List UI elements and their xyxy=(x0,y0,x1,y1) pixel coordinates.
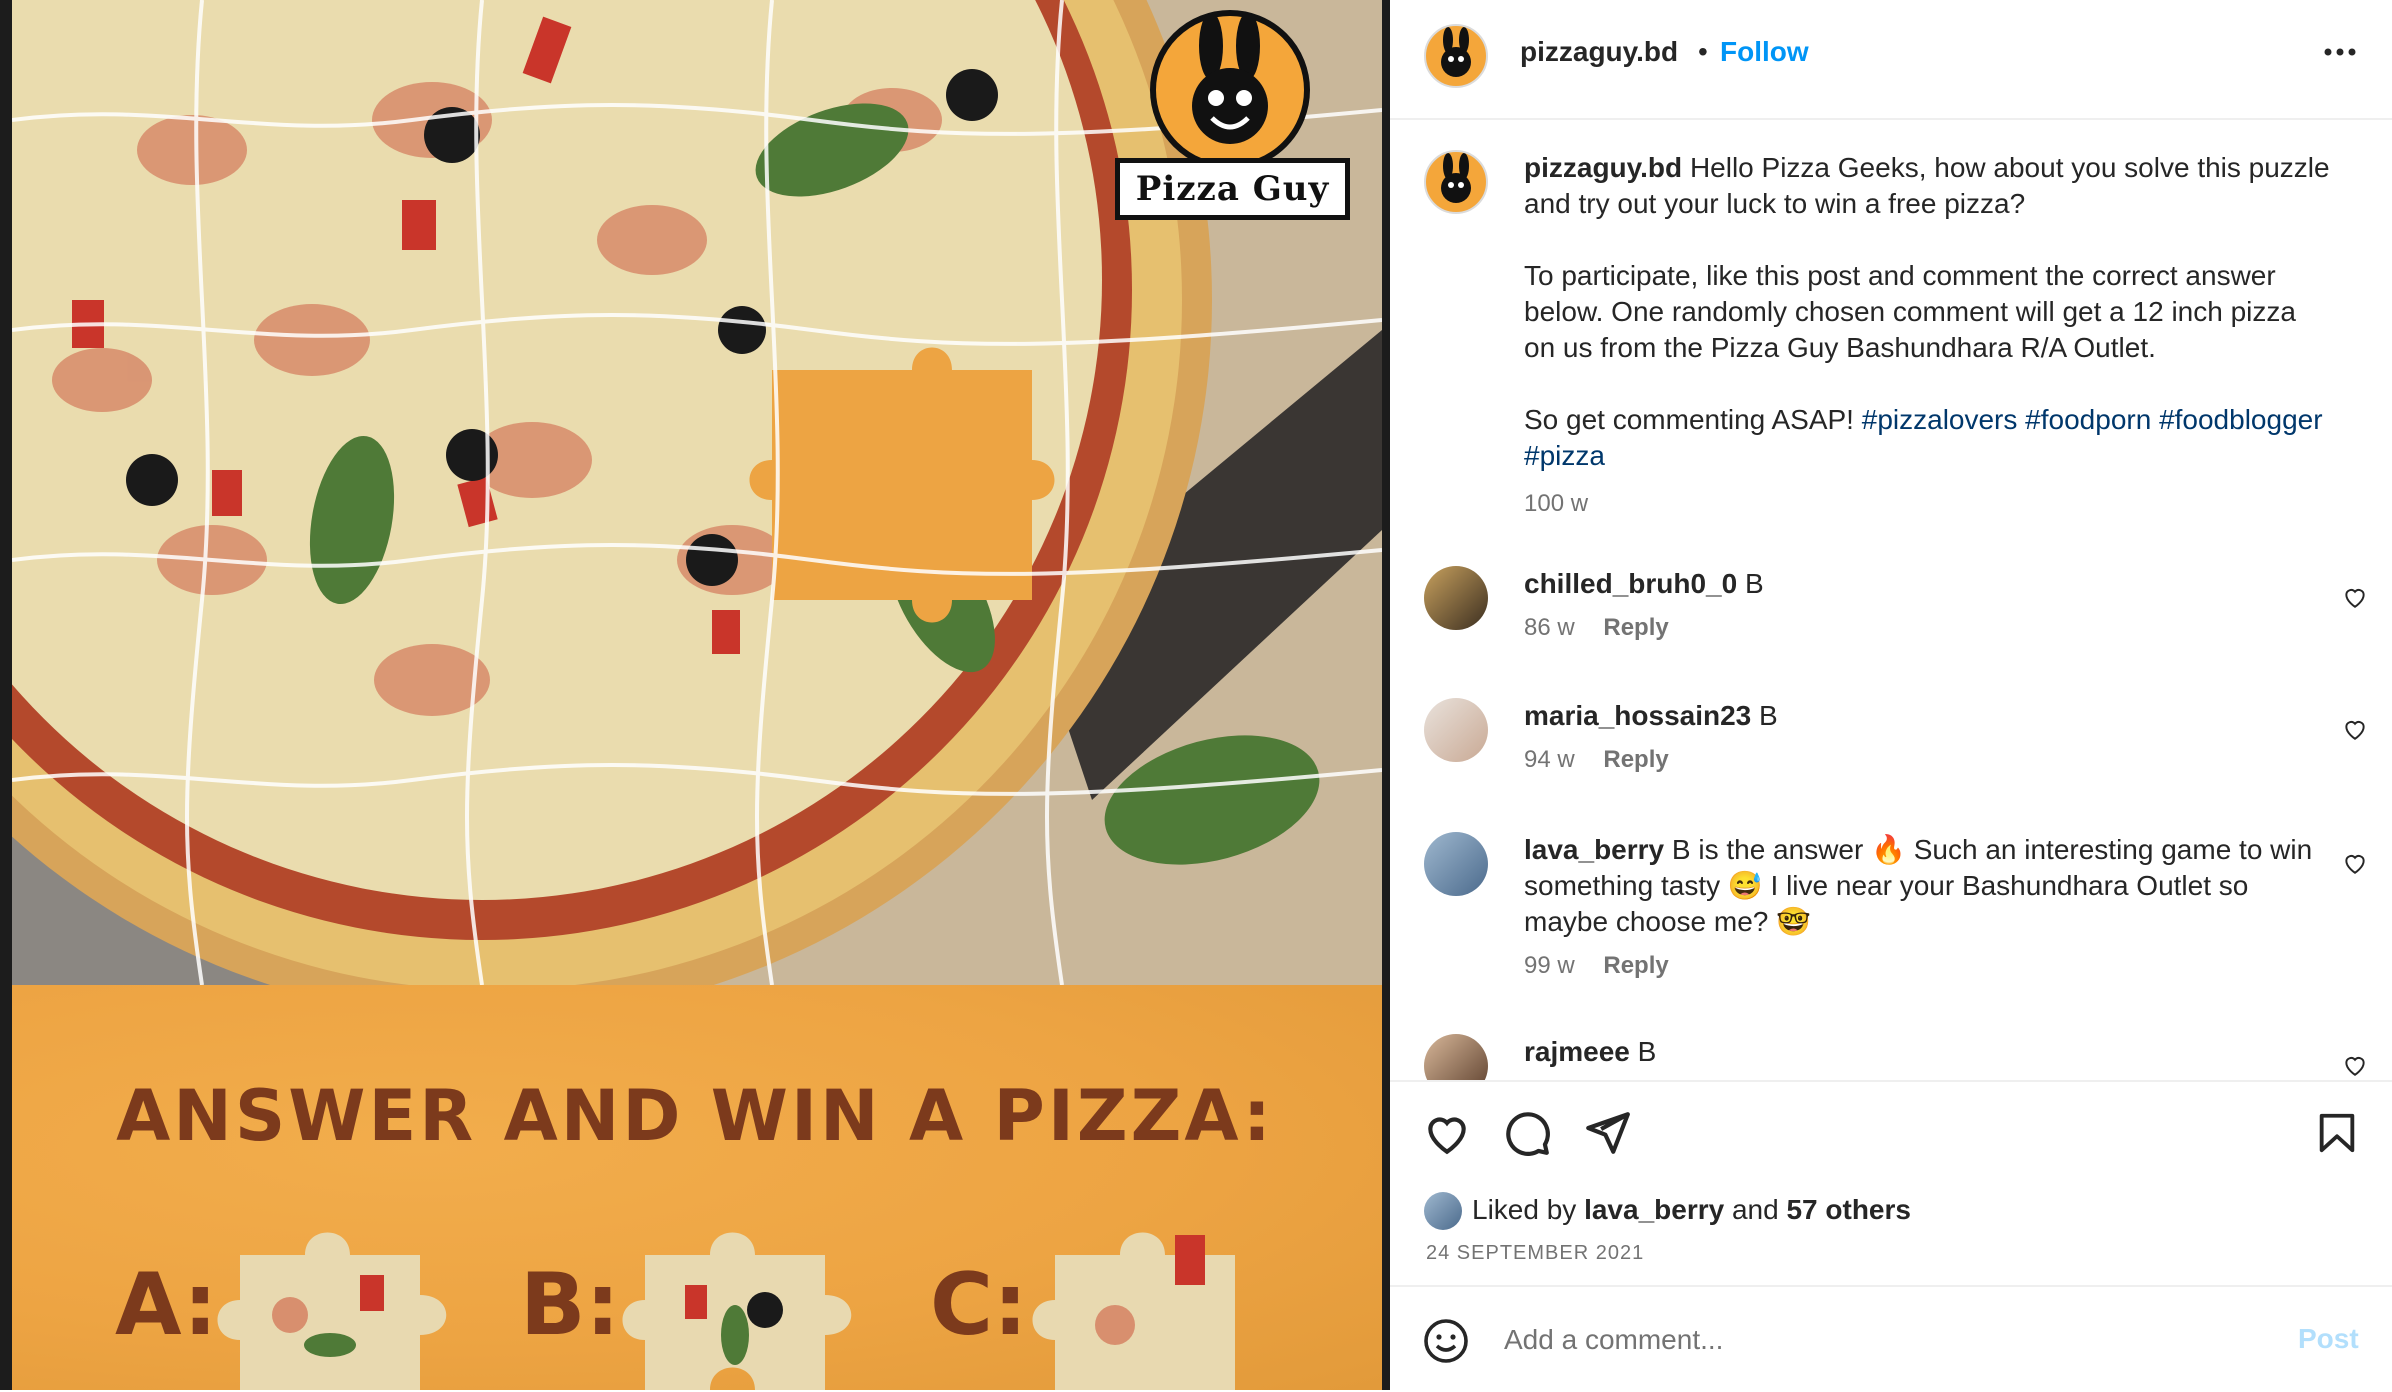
reply-button[interactable]: Reply xyxy=(1603,952,1668,979)
likes-summary: Liked by lava_berry and 57 others xyxy=(1472,1194,1911,1226)
post-media[interactable]: Pizza Guy ANSWER AND WIN A PIZZA: A: B: … xyxy=(0,0,1390,1390)
like-comment-heart-icon[interactable] xyxy=(2342,584,2368,610)
emoji-smiley-icon[interactable] xyxy=(1422,1317,1470,1365)
separator-dot: • xyxy=(1698,36,1708,67)
option-a-label: A: xyxy=(115,1255,218,1355)
author-username[interactable]: pizzaguy.bd xyxy=(1520,36,1678,68)
comment-input[interactable] xyxy=(1502,1323,2206,1357)
option-b-label: B: xyxy=(520,1255,620,1355)
bookmark-save-icon[interactable] xyxy=(2314,1108,2360,1158)
comment-age[interactable]: 94 w xyxy=(1524,746,1575,773)
post-details-panel: pizzaguy.bd • Follow pizzaguy.bd Hello P… xyxy=(1390,0,2392,1390)
option-c-puzzle-piece xyxy=(1032,1232,1235,1390)
add-comment-bar: Post xyxy=(1390,1285,2392,1392)
comment-username[interactable]: lava_berry xyxy=(1524,834,1664,865)
post-comment-button[interactable]: Post xyxy=(2298,1323,2359,1355)
caption-age[interactable]: 100 w xyxy=(1524,486,2334,522)
reply-button[interactable]: Reply xyxy=(1603,746,1668,773)
caption-author-avatar[interactable] xyxy=(1424,150,1488,214)
caption-line-3: So get commenting ASAP! xyxy=(1524,404,1854,435)
comment-username[interactable]: chilled_bruh0_0 xyxy=(1524,568,1737,599)
quiz-banner-title: ANSWER AND WIN A PIZZA: xyxy=(116,1075,1274,1157)
more-horizontal-icon[interactable] xyxy=(2320,42,2360,62)
comment-item: maria_hossain23 B 94 w Reply xyxy=(1524,698,2314,778)
comment-text: B xyxy=(1637,1036,1657,1067)
share-paper-plane-icon[interactable] xyxy=(1582,1108,1632,1158)
brand-logo-emblem xyxy=(1150,10,1310,170)
rabbit-logo-icon xyxy=(1441,27,1471,77)
follow-button[interactable]: Follow xyxy=(1720,36,1809,68)
option-a-puzzle-piece xyxy=(217,1232,447,1390)
comment-bubble-icon[interactable] xyxy=(1502,1108,1552,1158)
hashtag-link[interactable]: #foodporn xyxy=(2025,404,2151,435)
comment-item: lava_berry B is the answer 🔥 Such an int… xyxy=(1524,832,2314,984)
caption-username[interactable]: pizzaguy.bd xyxy=(1524,152,1682,183)
option-b-puzzle-piece xyxy=(622,1232,852,1390)
post-caption: pizzaguy.bd Hello Pizza Geeks, how about… xyxy=(1524,150,2334,522)
comment-age[interactable]: 99 w xyxy=(1524,952,1575,979)
commenter-avatar[interactable] xyxy=(1424,1034,1488,1080)
comment-username[interactable]: maria_hossain23 xyxy=(1524,700,1751,731)
reply-button[interactable]: Reply xyxy=(1603,614,1668,641)
like-comment-heart-icon[interactable] xyxy=(2342,850,2368,876)
post-date[interactable]: 24 SEPTEMBER 2021 xyxy=(1426,1242,1644,1265)
hashtag-link[interactable]: #pizza xyxy=(1524,440,1605,471)
comments-scroll-area[interactable]: pizzaguy.bd Hello Pizza Geeks, how about… xyxy=(1390,118,2392,1080)
like-comment-heart-icon[interactable] xyxy=(2342,1052,2368,1078)
comment-text: B xyxy=(1759,700,1778,731)
like-heart-icon[interactable] xyxy=(1422,1108,1472,1158)
hashtag-link[interactable]: #pizzalovers xyxy=(1862,404,2018,435)
caption-line-2: To participate, like this post and comme… xyxy=(1524,260,2296,363)
post-actions: Liked by lava_berry and 57 others 24 SEP… xyxy=(1390,1080,2392,1287)
like-comment-heart-icon[interactable] xyxy=(2342,716,2368,742)
comment-age[interactable]: 86 w xyxy=(1524,614,1575,641)
option-c-label: C: xyxy=(930,1255,1028,1355)
commenter-avatar[interactable] xyxy=(1424,566,1488,630)
likes-prefix: Liked by xyxy=(1472,1194,1577,1225)
brand-logo-text: Pizza Guy xyxy=(1115,158,1350,220)
hashtag-link[interactable]: #foodblogger xyxy=(2159,404,2322,435)
commenter-avatar[interactable] xyxy=(1424,832,1488,896)
comment-text: B xyxy=(1744,568,1764,599)
comment-item: chilled_bruh0_0 B 86 w Reply xyxy=(1524,566,2314,646)
rabbit-logo-icon xyxy=(1441,153,1471,203)
likes-others-link[interactable]: 57 others xyxy=(1786,1194,1911,1225)
rabbit-mascot-icon xyxy=(1192,12,1268,144)
author-avatar[interactable] xyxy=(1424,24,1488,88)
liker-avatar[interactable] xyxy=(1424,1192,1462,1230)
commenter-avatar[interactable] xyxy=(1424,698,1488,762)
likes-middle: and xyxy=(1731,1194,1779,1225)
comment-item: rajmeee B xyxy=(1524,1034,2314,1070)
liker-username[interactable]: lava_berry xyxy=(1584,1194,1724,1225)
comment-username[interactable]: rajmeee xyxy=(1524,1036,1630,1067)
post-header: pizzaguy.bd • Follow xyxy=(1390,0,2392,120)
